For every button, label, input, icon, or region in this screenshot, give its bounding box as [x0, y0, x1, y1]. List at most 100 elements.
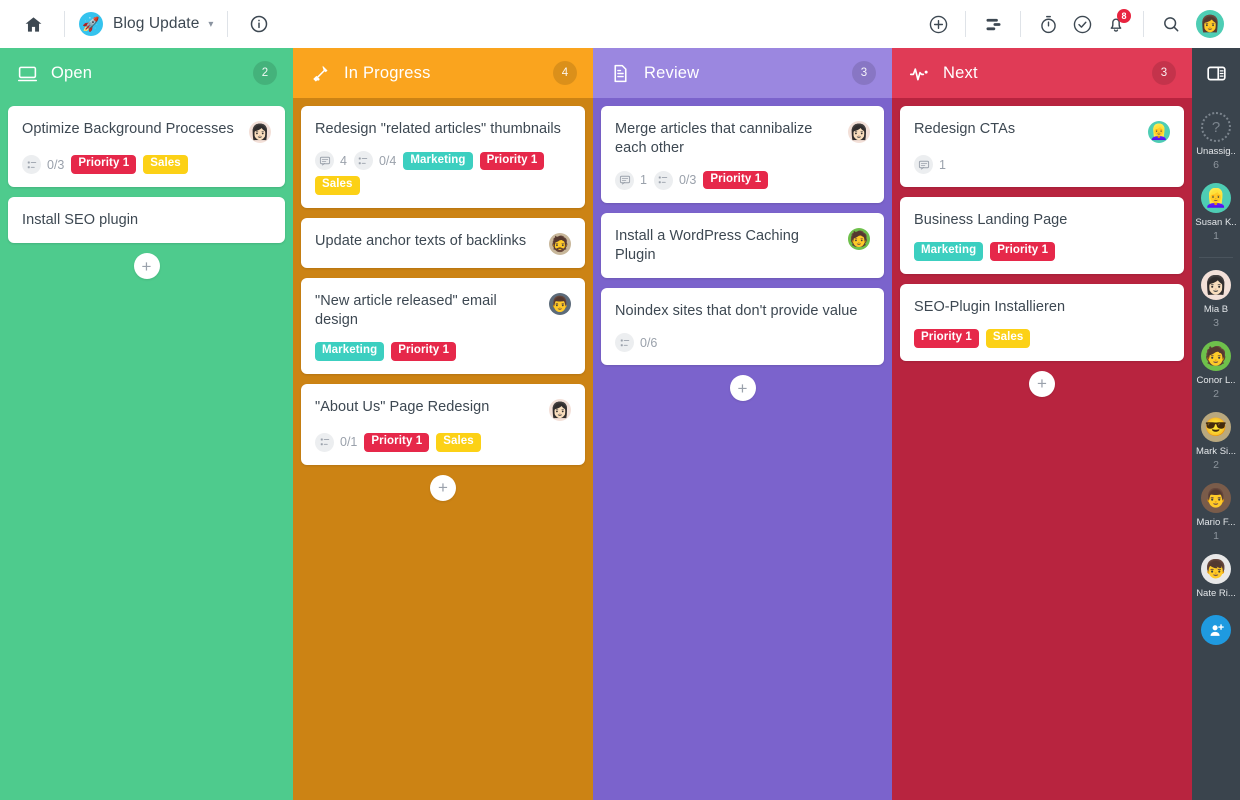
task-card[interactable]: Redesign CTAs 👱‍♀️ 1 — [900, 106, 1184, 187]
rail-divider — [1199, 257, 1233, 258]
card-tag[interactable]: Priority 1 — [914, 329, 979, 348]
card-stat-value: 0/6 — [640, 335, 658, 350]
column-header-open[interactable]: Open 2 — [0, 48, 293, 98]
task-card[interactable]: Update anchor texts of backlinks 🧔 — [301, 217, 585, 268]
info-icon[interactable] — [242, 7, 276, 41]
task-card[interactable]: Install SEO plugin — [8, 197, 285, 244]
unassigned-avatar: ? — [1201, 112, 1231, 142]
task-card[interactable]: Install a WordPress Caching Plugin 🧑 — [601, 212, 884, 279]
card-header: Optimize Background Processes 👩🏻 — [22, 120, 271, 143]
stopwatch-icon[interactable] — [1031, 7, 1065, 41]
column-body: Merge articles that cannibalize each oth… — [593, 98, 892, 800]
member-filter-item[interactable]: 👨 Mario F... 1 — [1192, 483, 1240, 542]
card-assignee-avatar[interactable]: 👱‍♀️ — [1148, 121, 1170, 143]
card-tag[interactable]: Priority 1 — [391, 342, 457, 361]
plus-circle-icon[interactable] — [921, 7, 955, 41]
member-avatar: 👨 — [1201, 483, 1231, 513]
card-assignee-avatar[interactable]: 👩🏻 — [848, 121, 870, 143]
member-filter-item[interactable]: 😎 Mark Si... 2 — [1192, 412, 1240, 471]
card-list: Redesign CTAs 👱‍♀️ 1 Business Landing Page M… — [900, 106, 1184, 361]
card-tag[interactable]: Marketing — [315, 342, 385, 361]
divider — [64, 11, 65, 37]
member-filter-item[interactable]: 👱‍♀️ Susan K.. 1 — [1192, 183, 1240, 242]
card-meta: Priority 1 Sales — [914, 329, 1170, 348]
card-tag[interactable]: Priority 1 — [364, 433, 430, 452]
card-stat-value: 0/4 — [378, 153, 397, 168]
card-assignee-avatar[interactable]: 🧔 — [549, 232, 571, 255]
project-name: Blog Update — [113, 15, 200, 32]
member-filter-item[interactable]: ? Unassig.. 6 — [1192, 112, 1240, 171]
task-card[interactable]: "New article released" email design 👨 Mark… — [301, 277, 585, 374]
card-assignee-avatar[interactable]: 👩🏻 — [249, 121, 271, 143]
home-icon[interactable] — [16, 7, 50, 41]
document-icon — [609, 62, 631, 84]
card-stat-value: 4 — [340, 153, 347, 168]
project-selector[interactable]: 🚀 Blog Update ▾ — [79, 12, 213, 36]
notifications-bell-icon[interactable]: 8 — [1099, 7, 1133, 41]
column-count-in-progress: 4 — [553, 61, 577, 85]
checklist-icon — [315, 432, 334, 452]
card-tag[interactable]: Sales — [143, 155, 188, 174]
member-name: Susan K.. — [1195, 217, 1237, 228]
card-tag[interactable]: Sales — [436, 433, 481, 452]
task-card[interactable]: Optimize Background Processes 👩🏻 0/3 Priori… — [8, 106, 285, 187]
task-card[interactable]: Merge articles that cannibalize each oth… — [601, 106, 884, 203]
card-tag[interactable]: Sales — [315, 176, 360, 195]
paint-roller-icon — [309, 62, 331, 84]
card-tag[interactable]: Priority 1 — [479, 151, 545, 171]
card-tag[interactable]: Priority 1 — [990, 242, 1056, 261]
member-filter-item[interactable]: 👦 Nate Ri... — [1192, 554, 1240, 599]
task-card[interactable]: "About Us" Page Redesign 👩🏻 0/1 Priority 1 S… — [301, 383, 585, 465]
card-header: Merge articles that cannibalize each oth… — [615, 120, 870, 159]
add-user-icon[interactable] — [1201, 615, 1231, 645]
card-title: "About Us" Page Redesign — [315, 398, 490, 415]
card-header: "About Us" Page Redesign 👩🏻 — [315, 398, 571, 421]
column-header-in-progress[interactable]: In Progress 4 — [293, 48, 593, 98]
kanban-board: Open 2 Optimize Background Processes 👩🏻 0/… — [0, 48, 1240, 800]
member-name: Nate Ri... — [1196, 588, 1236, 599]
member-task-count: 3 — [1213, 317, 1219, 329]
filter-icon[interactable] — [976, 7, 1010, 41]
column-header-next[interactable]: Next 3 — [892, 48, 1192, 98]
member-avatar: 👦 — [1201, 554, 1231, 584]
task-card[interactable]: Noindex sites that don't provide value 0/… — [601, 288, 884, 366]
column-title-review: Review — [644, 63, 700, 82]
add-card-button-in-progress[interactable]: + — [430, 474, 456, 501]
member-avatar: 👱‍♀️ — [1201, 183, 1231, 213]
member-filter-item[interactable]: 🧑 Conor L.. 2 — [1192, 341, 1240, 400]
checklist-icon — [22, 155, 41, 174]
card-title: Business Landing Page — [914, 212, 1068, 228]
card-stat: 0/3 — [22, 155, 64, 174]
add-card-button-next[interactable]: + — [1029, 370, 1055, 397]
task-card[interactable]: Business Landing Page Marketing Priority 1 — [900, 197, 1184, 274]
member-filter-item[interactable]: 👩🏻 Mia B 3 — [1192, 270, 1240, 329]
card-header: Noindex sites that don't provide value — [615, 302, 870, 321]
add-card-button-open[interactable]: + — [133, 253, 160, 280]
card-title: Redesign "related articles" thumbnails — [315, 121, 561, 137]
card-tag[interactable]: Sales — [985, 329, 1031, 348]
task-card[interactable]: Redesign "related articles" thumbnails 4 0… — [301, 106, 585, 208]
comment-icon — [914, 155, 933, 174]
column-header-review[interactable]: Review 3 — [593, 48, 892, 98]
check-circle-icon[interactable] — [1065, 7, 1099, 41]
search-icon[interactable] — [1154, 7, 1188, 41]
card-tag[interactable]: Marketing — [403, 151, 473, 171]
card-assignee-avatar[interactable]: 🧑 — [848, 227, 870, 250]
card-meta: 0/1 Priority 1 Sales — [315, 432, 571, 452]
task-card[interactable]: SEO-Plugin Installieren Priority 1 Sales — [900, 283, 1184, 361]
sidebar-toggle-icon[interactable] — [1192, 48, 1240, 98]
add-card-button-review[interactable]: + — [729, 375, 756, 402]
column-count-open: 2 — [253, 61, 277, 85]
card-tag[interactable]: Marketing — [914, 242, 984, 261]
chevron-down-icon[interactable]: ▾ — [208, 19, 213, 30]
divider — [965, 11, 966, 37]
card-assignee-avatar[interactable]: 👩🏻 — [549, 398, 571, 421]
card-assignee-avatar[interactable]: 👨 — [549, 292, 571, 315]
avatar[interactable]: 👩 — [1196, 10, 1224, 38]
card-meta: Marketing Priority 1 — [914, 242, 1170, 261]
pulse-icon — [908, 62, 930, 84]
card-header: Redesign "related articles" thumbnails — [315, 120, 571, 139]
card-tag[interactable]: Priority 1 — [703, 170, 769, 190]
card-meta: 1 0/3 Priority 1 — [615, 170, 870, 190]
card-tag[interactable]: Priority 1 — [71, 155, 137, 174]
